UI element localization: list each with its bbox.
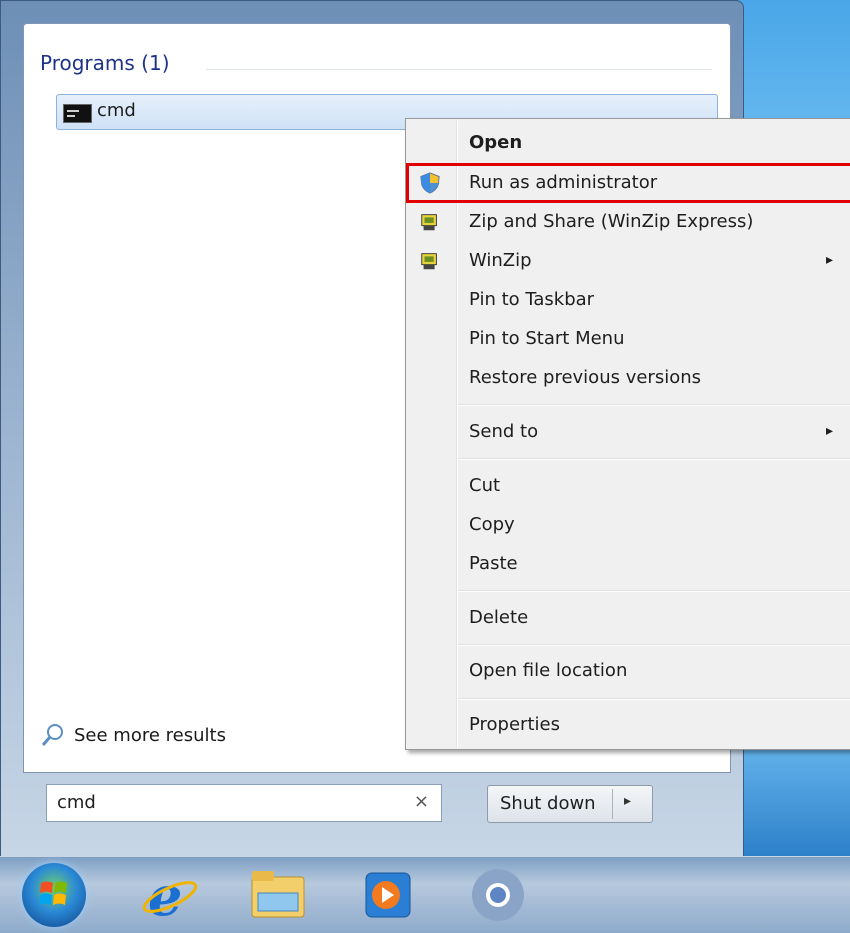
- menu-label: Pin to Start Menu: [469, 328, 625, 349]
- menu-item-delete[interactable]: Delete: [406, 598, 850, 638]
- menu-separator: [458, 458, 850, 460]
- uac-shield-icon: [420, 172, 440, 194]
- programs-header: Programs (1): [40, 51, 170, 75]
- menu-label: Send to: [469, 421, 539, 442]
- windows-logo-icon: [40, 881, 67, 905]
- menu-label: Cut: [469, 475, 501, 496]
- menu-item-zip-and-share[interactable]: Zip and Share (WinZip Express): [406, 202, 850, 242]
- internet-explorer-icon[interactable]: e: [138, 863, 202, 928]
- menu-label: Copy: [469, 514, 515, 535]
- menu-label: Zip and Share (WinZip Express): [469, 211, 754, 232]
- menu-item-copy[interactable]: Copy: [406, 505, 850, 545]
- search-icon: [41, 724, 63, 746]
- menu-label: Paste: [469, 553, 518, 574]
- menu-label: Restore previous versions: [469, 367, 702, 388]
- menu-separator: [458, 590, 850, 592]
- menu-label: Run as administrator: [469, 172, 658, 193]
- see-more-results-link[interactable]: See more results: [40, 722, 226, 748]
- program-label: cmd: [97, 100, 136, 121]
- start-orb-button[interactable]: [22, 863, 86, 927]
- menu-item-restore-previous-versions[interactable]: Restore previous versions: [406, 358, 850, 398]
- chrome-icon[interactable]: [466, 863, 530, 927]
- media-player-icon[interactable]: [356, 863, 420, 927]
- see-more-label: See more results: [74, 724, 226, 746]
- submenu-arrow-icon: ▸: [826, 423, 834, 439]
- taskbar: e: [0, 856, 850, 933]
- menu-item-open-file-location[interactable]: Open file location: [406, 651, 850, 691]
- menu-label: Pin to Taskbar: [469, 289, 595, 310]
- menu-separator: [458, 698, 850, 700]
- menu-item-open[interactable]: Open: [406, 123, 850, 163]
- winzip-icon: [421, 253, 437, 270]
- menu-item-send-to[interactable]: Send to ▸: [406, 412, 850, 452]
- menu-label: Properties: [469, 714, 560, 735]
- menu-item-winzip[interactable]: WinZip ▸: [406, 241, 850, 281]
- search-value: cmd: [57, 792, 96, 813]
- menu-item-paste[interactable]: Paste: [406, 544, 850, 584]
- menu-item-pin-to-taskbar[interactable]: Pin to Taskbar: [406, 280, 850, 320]
- menu-label: Delete: [469, 607, 529, 628]
- menu-item-properties[interactable]: Properties: [406, 705, 850, 745]
- windows-explorer-icon[interactable]: [246, 863, 310, 927]
- context-menu: Open Run as administrator Zip and Share …: [405, 118, 850, 750]
- cmd-console-icon: [63, 104, 92, 123]
- winzip-icon: [421, 214, 437, 231]
- submenu-arrow-icon: ▸: [826, 252, 834, 268]
- menu-item-cut[interactable]: Cut: [406, 466, 850, 506]
- menu-label: Open: [469, 132, 523, 153]
- menu-item-pin-to-start-menu[interactable]: Pin to Start Menu: [406, 319, 850, 359]
- menu-item-run-as-administrator[interactable]: Run as administrator: [406, 163, 850, 203]
- clear-search-icon[interactable]: ×: [414, 791, 429, 812]
- header-divider: [206, 69, 712, 70]
- shutdown-label: Shut down: [500, 793, 596, 814]
- menu-separator: [458, 644, 850, 646]
- menu-separator: [458, 404, 850, 406]
- search-input[interactable]: cmd ×: [46, 784, 442, 822]
- shutdown-divider: [612, 789, 613, 819]
- menu-label: Open file location: [469, 660, 628, 681]
- shutdown-button[interactable]: Shut down ▸: [487, 785, 653, 823]
- shutdown-options-arrow-icon[interactable]: ▸: [624, 793, 631, 809]
- menu-label: WinZip: [469, 250, 532, 271]
